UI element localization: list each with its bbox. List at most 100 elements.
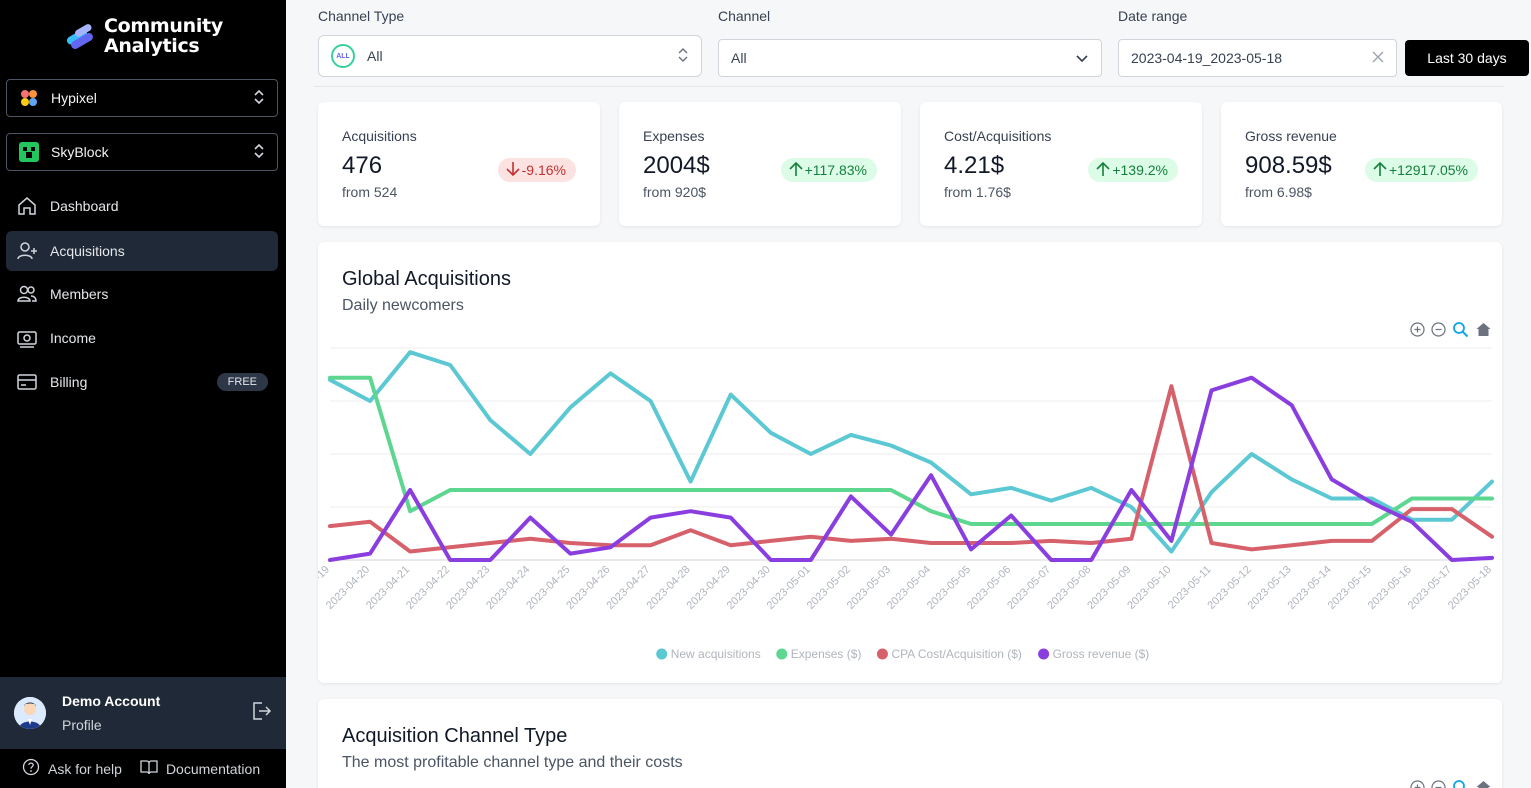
x-tick-label: 2023-04-20 — [324, 564, 372, 612]
date-range-input[interactable]: 2023-04-19_2023-05-18 — [1118, 39, 1397, 77]
server-select[interactable]: Hypixel — [6, 79, 278, 117]
zoom-out-icon[interactable] — [1431, 780, 1446, 788]
kpi-previous: from 1.76$ — [944, 184, 1011, 200]
legend-marker[interactable] — [656, 648, 668, 660]
kpi-change-text: +12917.05% — [1388, 162, 1468, 178]
x-tick-label: 2023-05-08 — [1045, 564, 1093, 612]
all-channels-icon: ALL — [331, 44, 355, 68]
profile-link[interactable]: Profile — [62, 717, 160, 733]
x-tick-label: 2023-05-05 — [925, 564, 973, 612]
kpi-title: Cost/Acquisitions — [944, 128, 1052, 144]
kpi-change-badge: -9.16% — [497, 158, 576, 182]
reset-home-icon[interactable] — [1475, 779, 1492, 788]
documentation-link[interactable]: Documentation — [166, 761, 260, 777]
kpi-card-acquisitions: Acquisitions 476 from 524 -9.16% — [318, 102, 600, 226]
x-tick-label: 2023-04-27 — [604, 564, 652, 612]
selection-zoom-icon[interactable] — [1452, 321, 1469, 343]
card-subtitle: Daily newcomers — [342, 297, 464, 314]
kpi-previous: from 920$ — [643, 184, 707, 200]
kpi-previous: from 6.98$ — [1245, 184, 1312, 200]
kpi-card-gross-revenue: Gross revenue 908.59$ from 6.98$ +12917.… — [1221, 102, 1502, 226]
help-icon — [22, 758, 40, 779]
last-30-days-button[interactable]: Last 30 days — [1405, 40, 1529, 76]
x-tick-label: 2023-05-04 — [885, 564, 933, 612]
account-name: Demo Account — [62, 693, 161, 709]
game-select[interactable]: SkyBlock — [6, 133, 278, 171]
book-icon — [140, 758, 158, 779]
plan-badge: FREE — [216, 373, 268, 391]
sidebar-item-label: Dashboard — [50, 198, 119, 214]
series-line-1 — [328, 375, 1494, 526]
credit-card-icon — [16, 371, 38, 393]
sidebar-item-income[interactable]: Income — [6, 318, 278, 358]
x-tick-label: 2023-04-24 — [484, 564, 532, 612]
selection-zoom-icon[interactable] — [1452, 779, 1469, 788]
x-tick-label: 2023-05-12 — [1205, 564, 1253, 612]
avatar — [14, 697, 46, 729]
kpi-change-badge: +12917.05% — [1364, 158, 1478, 182]
clear-icon[interactable] — [1372, 50, 1384, 66]
arrow-down-icon — [504, 160, 522, 181]
ask-for-help-link[interactable]: Ask for help — [48, 761, 122, 777]
user-plus-icon — [16, 240, 38, 262]
legend-marker[interactable] — [776, 648, 788, 660]
kpi-card-cost-acquisitions: Cost/Acquisitions 4.21$ from 1.76$ +139.… — [920, 102, 1202, 226]
x-tick-label: 2023-05-01 — [765, 564, 813, 612]
global-acquisitions-chart[interactable]: 2023-04-192023-04-202023-04-212023-04-22… — [318, 242, 1502, 683]
chevron-down-icon — [1075, 50, 1089, 66]
logo-icon — [64, 19, 98, 53]
legend-marker[interactable] — [876, 648, 888, 660]
kpi-change-text: +139.2% — [1112, 162, 1168, 178]
x-tick-label: 2023-04-28 — [644, 564, 692, 612]
zoom-in-icon[interactable] — [1410, 780, 1425, 788]
x-tick-label: 2023-05-15 — [1326, 564, 1374, 612]
zoom-out-icon[interactable] — [1431, 322, 1446, 342]
legend-marker[interactable] — [1038, 648, 1050, 660]
server-icon — [19, 88, 39, 108]
kpi-previous: from 524 — [342, 184, 398, 200]
x-tick-label: 2023-05-02 — [805, 564, 853, 612]
channel-label: Channel — [718, 8, 771, 24]
sidebar-item-dashboard[interactable]: Dashboard — [6, 186, 278, 226]
sidebar-item-label: Billing — [50, 374, 88, 390]
legend-label[interactable]: Gross revenue ($) — [1053, 647, 1150, 661]
x-tick-label: 2023-05-18 — [1446, 564, 1494, 612]
x-tick-label: 2023-04-29 — [685, 564, 733, 612]
sidebar-item-acquisitions[interactable]: Acquisitions — [6, 231, 278, 271]
arrow-up-icon — [1094, 160, 1112, 181]
channel-type-select[interactable]: ALL All — [318, 35, 702, 77]
kpi-title: Expenses — [643, 128, 705, 144]
channel-value: All — [731, 50, 747, 66]
card-subtitle: The most profitable channel type and the… — [342, 754, 683, 771]
home-icon — [16, 195, 38, 217]
reset-home-icon[interactable] — [1475, 321, 1492, 343]
account-panel[interactable]: Demo Account Profile — [0, 677, 286, 749]
sidebar-item-members[interactable]: Members — [6, 274, 278, 314]
x-tick-label: 2023-04-19 — [318, 564, 332, 612]
x-tick-label: 2023-05-03 — [845, 564, 893, 612]
sidebar-item-billing[interactable]: Billing FREE — [6, 362, 278, 402]
channel-select[interactable]: All — [718, 39, 1102, 77]
sidebar-item-label: Income — [50, 330, 96, 346]
series-line-0 — [328, 350, 1494, 554]
arrow-up-icon — [1371, 160, 1389, 181]
x-tick-label: 2023-05-07 — [1005, 564, 1053, 612]
sidebar: Community Analytics Hypixel SkyBlock Das… — [0, 0, 286, 788]
x-tick-label: 2023-04-25 — [524, 564, 572, 612]
kpi-value: 2004$ — [643, 152, 710, 179]
legend-label[interactable]: New acquisitions — [671, 647, 761, 661]
game-select-value: SkyBlock — [51, 144, 109, 160]
game-icon — [19, 142, 39, 162]
x-tick-label: 2023-05-11 — [1166, 564, 1214, 612]
chevron-updown-icon — [253, 143, 265, 162]
legend-label[interactable]: Expenses ($) — [791, 647, 862, 661]
x-tick-label: 2023-04-30 — [725, 564, 773, 612]
kpi-change-text: -9.16% — [521, 162, 566, 178]
legend-label[interactable]: CPA Cost/Acquisition ($) — [891, 647, 1022, 661]
app-logo[interactable]: Community Analytics — [64, 16, 223, 56]
logout-icon[interactable] — [250, 700, 272, 727]
zoom-in-icon[interactable] — [1410, 322, 1425, 342]
card-title: Acquisition Channel Type — [342, 725, 568, 747]
chart-toolbar — [1410, 779, 1492, 788]
kpi-change-badge: +117.83% — [780, 158, 877, 182]
